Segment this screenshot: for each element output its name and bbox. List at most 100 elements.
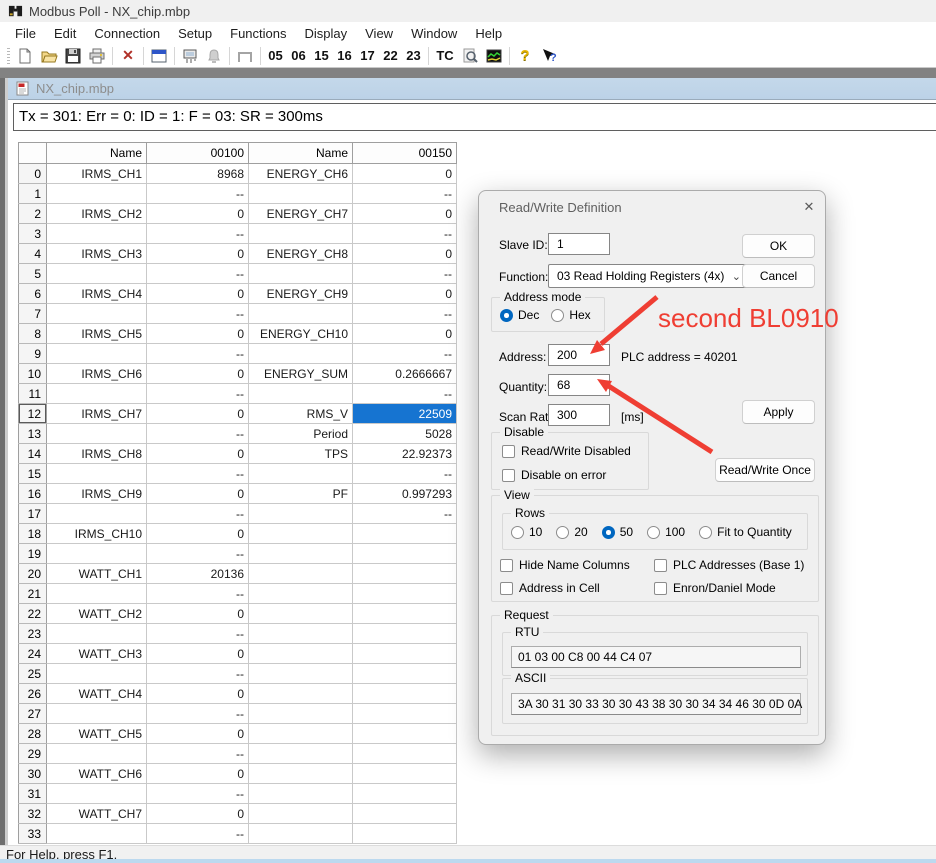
grid-cell[interactable]: 0 xyxy=(147,684,249,704)
grid-cell[interactable]: IRMS_CH6 xyxy=(47,364,147,384)
grid-cell[interactable]: 0 xyxy=(147,324,249,344)
view-checkbox-plc-addresses-base-1[interactable]: PLC Addresses (Base 1) xyxy=(654,558,804,572)
grid-cell[interactable]: ENERGY_SUM xyxy=(249,364,353,384)
grid-cell[interactable] xyxy=(249,684,353,704)
grid-row-header[interactable]: 3 xyxy=(19,224,47,244)
grid-row-header[interactable]: 17 xyxy=(19,504,47,524)
grid-cell[interactable] xyxy=(249,744,353,764)
grid-cell[interactable]: ENERGY_CH7 xyxy=(249,204,353,224)
grid-cell[interactable]: WATT_CH7 xyxy=(47,804,147,824)
grid-cell[interactable]: -- xyxy=(147,624,249,644)
grid-cell[interactable]: 0 xyxy=(147,604,249,624)
grid-cell[interactable] xyxy=(249,784,353,804)
grid-row-header[interactable]: 15 xyxy=(19,464,47,484)
scan-rate-input[interactable] xyxy=(548,404,610,426)
grid-cell[interactable] xyxy=(249,344,353,364)
grid-cell[interactable] xyxy=(249,584,353,604)
grid-cell[interactable]: IRMS_CH10 xyxy=(47,524,147,544)
grid-cell[interactable]: WATT_CH1 xyxy=(47,564,147,584)
grid-cell[interactable] xyxy=(353,684,457,704)
grid-cell[interactable]: PF xyxy=(249,484,353,504)
grid-cell[interactable]: ENERGY_CH8 xyxy=(249,244,353,264)
ok-button[interactable]: OK xyxy=(742,234,815,258)
grid-cell[interactable]: 0.2666667 xyxy=(353,364,457,384)
display-window-button[interactable] xyxy=(147,46,171,66)
grid-cell[interactable]: 0 xyxy=(147,724,249,744)
grid-cell[interactable] xyxy=(249,464,353,484)
grid-row-header[interactable]: 11 xyxy=(19,384,47,404)
toolbar-func-22[interactable]: 22 xyxy=(379,48,402,63)
apply-button[interactable]: Apply xyxy=(742,400,815,424)
grid-row-header[interactable]: 5 xyxy=(19,264,47,284)
grid-cell[interactable] xyxy=(353,764,457,784)
grid-cell[interactable] xyxy=(47,664,147,684)
grid-row-header[interactable]: 24 xyxy=(19,644,47,664)
menu-item-help[interactable]: Help xyxy=(466,26,511,41)
grid-cell[interactable]: 0 xyxy=(147,244,249,264)
rows-radio-20[interactable]: 20 xyxy=(556,525,587,539)
grid-cell[interactable]: 0 xyxy=(353,204,457,224)
grid-cell[interactable]: -- xyxy=(147,544,249,564)
grid-cell[interactable] xyxy=(47,464,147,484)
grid-cell[interactable]: 0 xyxy=(147,364,249,384)
grid-cell[interactable]: 0 xyxy=(147,284,249,304)
grid-cell[interactable]: 0 xyxy=(147,644,249,664)
menu-item-setup[interactable]: Setup xyxy=(169,26,221,41)
print-button[interactable] xyxy=(85,46,109,66)
menu-item-edit[interactable]: Edit xyxy=(45,26,85,41)
toolbar-func-23[interactable]: 23 xyxy=(402,48,425,63)
grid-cell[interactable]: WATT_CH4 xyxy=(47,684,147,704)
menu-item-view[interactable]: View xyxy=(356,26,402,41)
grid-row-header[interactable]: 13 xyxy=(19,424,47,444)
grid-cell[interactable]: -- xyxy=(353,384,457,404)
grid-cell[interactable]: IRMS_CH8 xyxy=(47,444,147,464)
grid-cell[interactable] xyxy=(47,624,147,644)
grid-row-header[interactable]: 1 xyxy=(19,184,47,204)
grid-row-header[interactable]: 10 xyxy=(19,364,47,384)
grid-cell[interactable] xyxy=(249,644,353,664)
disable-checkbox-read-write-disabled[interactable]: Read/Write Disabled xyxy=(502,444,631,458)
grid-cell[interactable]: -- xyxy=(147,704,249,724)
grid-cell[interactable]: -- xyxy=(353,184,457,204)
grid-cell[interactable] xyxy=(249,624,353,644)
slave-id-input[interactable] xyxy=(548,233,610,255)
grid-row-header[interactable]: 27 xyxy=(19,704,47,724)
grid-cell[interactable]: IRMS_CH9 xyxy=(47,484,147,504)
view-checkbox-address-in-cell[interactable]: Address in Cell xyxy=(500,581,654,595)
grid-cell[interactable] xyxy=(353,824,457,844)
rows-radio-50[interactable]: 50 xyxy=(602,525,633,539)
grid-cell[interactable] xyxy=(47,744,147,764)
grid-cell[interactable] xyxy=(353,784,457,804)
grid-cell[interactable]: 0 xyxy=(147,204,249,224)
grid-cell[interactable]: 0 xyxy=(353,324,457,344)
grid-row-header[interactable]: 20 xyxy=(19,564,47,584)
grid-cell[interactable]: -- xyxy=(353,264,457,284)
grid-cell[interactable]: 22.92373 xyxy=(353,444,457,464)
grid-cell[interactable]: ENERGY_CH9 xyxy=(249,284,353,304)
grid-cell[interactable] xyxy=(353,624,457,644)
grid-row-header[interactable]: 23 xyxy=(19,624,47,644)
menu-item-connection[interactable]: Connection xyxy=(85,26,169,41)
function-select[interactable]: 03 Read Holding Registers (4x) ⌄ xyxy=(548,264,748,288)
grid-cell[interactable]: IRMS_CH3 xyxy=(47,244,147,264)
view-checkbox-hide-name-columns[interactable]: Hide Name Columns xyxy=(500,558,654,572)
grid-row-header[interactable]: 16 xyxy=(19,484,47,504)
grid-row-header[interactable]: 19 xyxy=(19,544,47,564)
grid-cell[interactable] xyxy=(47,584,147,604)
grid-row-header[interactable]: 26 xyxy=(19,684,47,704)
grid-cell[interactable]: -- xyxy=(147,664,249,684)
grid-cell[interactable] xyxy=(353,664,457,684)
grid-row-header[interactable]: 12 xyxy=(19,404,47,424)
open-file-button[interactable] xyxy=(37,46,61,66)
context-help-button[interactable]: ? xyxy=(537,46,561,66)
grid-cell[interactable] xyxy=(249,384,353,404)
menu-item-file[interactable]: File xyxy=(6,26,45,41)
grid-row-header[interactable]: 32 xyxy=(19,804,47,824)
delete-button[interactable]: ✕ xyxy=(116,46,140,66)
grid-cell[interactable] xyxy=(249,564,353,584)
grid-row-header[interactable]: 4 xyxy=(19,244,47,264)
grid-cell[interactable]: -- xyxy=(353,464,457,484)
grid-cell[interactable] xyxy=(353,744,457,764)
grid-cell[interactable]: -- xyxy=(147,224,249,244)
pulse-button[interactable] xyxy=(233,46,257,66)
